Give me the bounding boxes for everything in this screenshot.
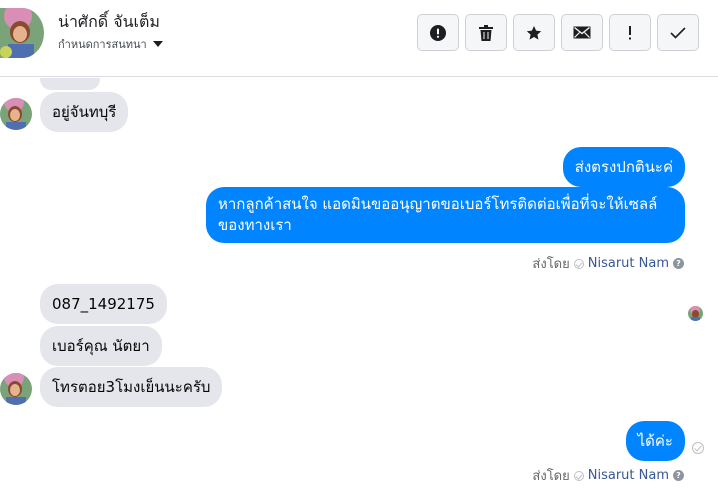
star-button[interactable] [513,14,555,51]
message-incoming[interactable]: 087_1492175 [40,284,167,324]
help-icon[interactable]: ? [673,470,684,481]
message-incoming[interactable]: เบอร์คุณ นัตยา [40,326,162,366]
sent-by-label: ส่งโดย [532,257,570,272]
verified-icon [573,258,584,269]
message-outgoing[interactable]: หากลูกค้าสนใจ แอดมินขออนุญาตขอเบอร์โทรติ… [206,187,685,243]
trash-icon [479,24,493,41]
message-incoming[interactable]: อยู่จันทบุรี [40,92,129,132]
help-icon[interactable]: ? [673,258,684,269]
conversation-schedule-dropdown[interactable]: กำหนดการสนทนา [58,35,163,53]
conversation-toolbar [417,14,699,51]
envelope-icon [573,26,591,39]
delete-button[interactable] [465,14,507,51]
delivered-check-icon [692,442,704,454]
sender-name[interactable]: Nisarut Nam [588,468,669,483]
sender-name[interactable]: Nisarut Nam [588,256,669,271]
conversation-schedule-label: กำหนดการสนทนา [58,38,147,51]
exclamation-circle-icon [430,24,446,41]
contact-avatar-small [0,98,32,130]
sent-by-info: ส่งโดย Nisarut Nam ? [532,465,684,486]
checkmark-icon [670,26,686,39]
contact-avatar-small [0,373,32,405]
verified-icon [573,470,584,481]
message-thread[interactable]: อยู่จันทบุรี ส่งตรงปกตินะค่ หากลูกค้าสนใ… [0,78,718,499]
message-outgoing[interactable]: ได้ค่ะ [625,421,685,461]
conversation-header: น่าศักดิ์ จันเต็ม กำหนดการสนทนา [0,0,718,77]
mark-spam-button[interactable] [417,14,459,51]
star-icon [526,25,542,40]
exclamation-icon [629,25,631,39]
mark-unread-button[interactable] [561,14,603,51]
message-outgoing[interactable]: ส่งตรงปกตินะค่ [562,147,685,187]
caret-down-icon [152,41,163,47]
sent-by-label: ส่งโดย [532,469,570,484]
follow-up-button[interactable] [609,14,651,51]
seen-avatar [688,306,703,321]
message-bubble-partial [40,78,100,90]
message-incoming[interactable]: โทรตอย3โมงเย็นนะครับ [40,367,223,407]
sent-by-info: ส่งโดย Nisarut Nam ? [532,253,684,274]
contact-avatar[interactable] [0,8,44,58]
mark-done-button[interactable] [657,14,699,51]
contact-name[interactable]: น่าศักดิ์ จันเต็ม [58,10,160,35]
